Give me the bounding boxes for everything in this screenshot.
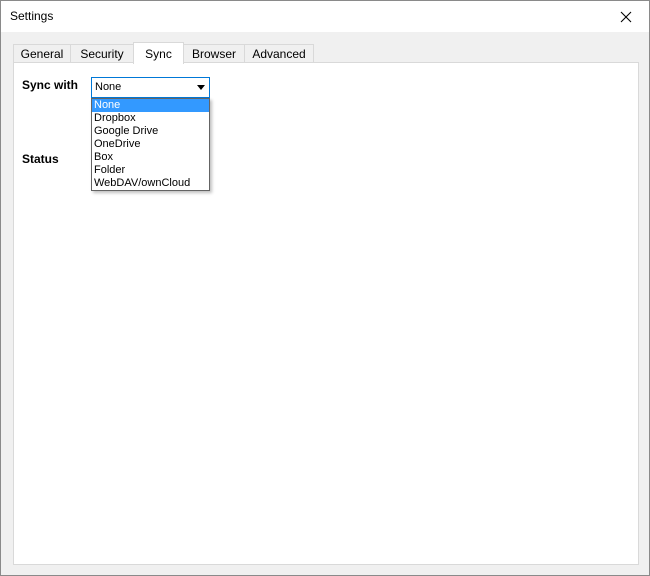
sync-with-label: Sync with xyxy=(22,78,79,92)
dropdown-option-google-drive[interactable]: Google Drive xyxy=(92,125,209,138)
close-button[interactable] xyxy=(603,1,649,32)
dropdown-option-dropbox[interactable]: Dropbox xyxy=(92,112,209,125)
status-label: Status xyxy=(22,152,59,166)
tab-browser[interactable]: Browser xyxy=(183,44,245,63)
tab-general[interactable]: General xyxy=(13,44,71,63)
dropdown-option-webdav[interactable]: WebDAV/ownCloud xyxy=(92,177,209,190)
tab-advanced[interactable]: Advanced xyxy=(244,44,314,63)
window-title: Settings xyxy=(10,9,54,23)
dropdown-option-onedrive[interactable]: OneDrive xyxy=(92,138,209,151)
tab-security[interactable]: Security xyxy=(70,44,134,63)
close-icon xyxy=(620,11,632,23)
settings-window: Settings General Security Sync Browser A… xyxy=(0,0,650,576)
dropdown-option-box[interactable]: Box xyxy=(92,151,209,164)
tab-sync[interactable]: Sync xyxy=(133,42,184,64)
title-bar[interactable]: Settings xyxy=(1,1,649,32)
sync-with-combobox[interactable]: None xyxy=(91,77,210,98)
sync-with-dropdown-list: None Dropbox Google Drive OneDrive Box F… xyxy=(91,98,210,191)
chevron-down-icon[interactable] xyxy=(197,85,205,90)
sync-panel: Sync with Status None None Dropbox Googl… xyxy=(13,62,639,565)
dropdown-option-none[interactable]: None xyxy=(92,99,209,112)
dropdown-option-folder[interactable]: Folder xyxy=(92,164,209,177)
combo-selected-value: None xyxy=(95,81,122,93)
